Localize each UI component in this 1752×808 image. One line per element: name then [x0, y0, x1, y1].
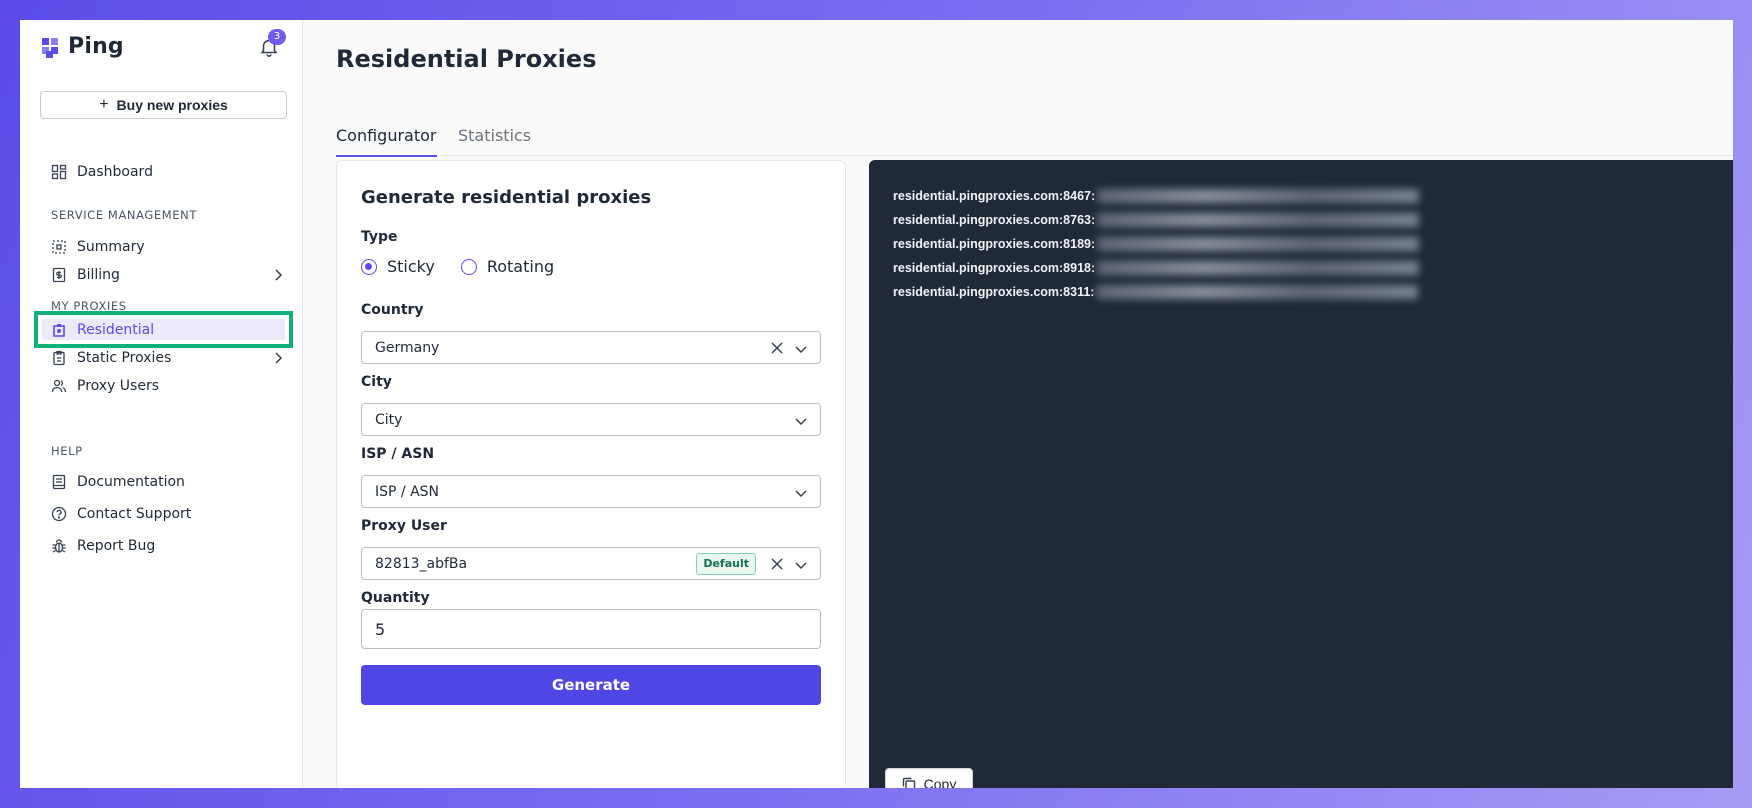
- sidebar-item-label: Summary: [77, 239, 145, 255]
- sticky-radio-label[interactable]: Sticky: [387, 257, 435, 276]
- sidebar-item-proxy-users[interactable]: Proxy Users: [51, 375, 299, 397]
- redacted-credentials: [1097, 213, 1420, 227]
- tab-bar: Configurator Statistics: [336, 106, 1733, 157]
- type-label: Type: [361, 229, 398, 245]
- sidebar-item-label: Proxy Users: [77, 378, 160, 394]
- sidebar-item-label: Dashboard: [77, 164, 153, 180]
- proxy-host: residential.pingproxies.com:8189:: [893, 237, 1096, 251]
- users-icon: [51, 379, 67, 393]
- isp-label: ISP / ASN: [361, 446, 435, 462]
- quantity-input[interactable]: [361, 609, 821, 649]
- copy-label: Copy: [923, 776, 957, 788]
- quantity-label: Quantity: [361, 590, 430, 606]
- rotating-radio[interactable]: [460, 258, 477, 275]
- tab-configurator[interactable]: Configurator: [336, 126, 437, 157]
- sidebar-item-label: Contact Support: [77, 506, 192, 522]
- proxy-host: residential.pingproxies.com:8763:: [893, 213, 1096, 227]
- isp-placeholder: ISP / ASN: [375, 483, 440, 500]
- proxy-output-panel: residential.pingproxies.com:8467: reside…: [869, 160, 1733, 788]
- clear-icon[interactable]: [770, 341, 784, 355]
- city-label: City: [361, 374, 392, 390]
- copy-button[interactable]: Copy: [885, 768, 973, 788]
- chevron-down-icon[interactable]: [794, 414, 808, 428]
- main-content: Residential Proxies Configurator Statist…: [303, 20, 1733, 788]
- clear-icon[interactable]: [770, 557, 784, 571]
- page-title: Residential Proxies: [336, 45, 597, 73]
- redacted-credentials: [1097, 237, 1420, 251]
- country-select[interactable]: Germany: [361, 331, 821, 364]
- proxy-line[interactable]: residential.pingproxies.com:8918:: [893, 256, 1420, 280]
- sidebar-item-label: Static Proxies: [77, 350, 172, 366]
- sidebar-item-label: Report Bug: [77, 538, 156, 554]
- ping-logo-icon: [42, 37, 58, 58]
- isp-select[interactable]: ISP / ASN: [361, 475, 821, 508]
- sidebar-item-documentation[interactable]: Documentation: [51, 471, 299, 493]
- proxy-line[interactable]: residential.pingproxies.com:8763:: [893, 208, 1420, 232]
- generate-button[interactable]: Generate: [361, 665, 821, 705]
- generate-form-card: Generate residential proxies Type Sticky…: [336, 160, 846, 788]
- redacted-credentials: [1096, 285, 1419, 299]
- proxy-host: residential.pingproxies.com:8311:: [893, 285, 1095, 299]
- dashboard-icon: [51, 164, 67, 180]
- proxy-list: residential.pingproxies.com:8467: reside…: [893, 184, 1420, 304]
- section-label-help: HELP: [51, 444, 83, 458]
- copy-icon: [902, 777, 915, 788]
- sidebar-item-dashboard[interactable]: Dashboard: [51, 161, 299, 183]
- bug-icon: [52, 539, 66, 553]
- proxy-host: residential.pingproxies.com:8918:: [893, 261, 1096, 275]
- proxy-host: residential.pingproxies.com:8467:: [893, 189, 1096, 203]
- rotating-radio-label[interactable]: Rotating: [487, 257, 554, 276]
- country-value: Germany: [375, 339, 440, 356]
- billing-icon: [52, 267, 66, 283]
- redacted-credentials: [1097, 261, 1420, 275]
- proxy-line[interactable]: residential.pingproxies.com:8189:: [893, 232, 1420, 256]
- tab-statistics[interactable]: Statistics: [458, 126, 531, 155]
- default-badge: Default: [696, 553, 756, 575]
- city-select[interactable]: City: [361, 403, 821, 436]
- sidebar-item-report-bug[interactable]: Report Bug: [51, 535, 299, 557]
- country-label: Country: [361, 302, 424, 318]
- notification-count-badge: 3: [268, 29, 286, 45]
- proxy-line[interactable]: residential.pingproxies.com:8467:: [893, 184, 1420, 208]
- buy-new-proxies-label: Buy new proxies: [116, 97, 228, 113]
- chevron-right-icon: [275, 269, 283, 281]
- chevron-down-icon[interactable]: [794, 558, 808, 572]
- sidebar-item-label: Documentation: [77, 474, 185, 490]
- proxy-user-select[interactable]: 82813_abfBa Default: [361, 547, 821, 580]
- sidebar-item-residential[interactable]: Residential: [51, 319, 299, 341]
- sidebar: Ping 3 + Buy new proxies Dashboard SERVI…: [20, 20, 303, 788]
- brand-name: Ping: [68, 34, 124, 59]
- proxy-line[interactable]: residential.pingproxies.com:8311:: [893, 280, 1419, 304]
- sidebar-item-contact-support[interactable]: Contact Support: [51, 503, 299, 525]
- logo[interactable]: Ping: [40, 34, 124, 59]
- clipboard-icon: [53, 350, 65, 366]
- sidebar-item-static-proxies[interactable]: Static Proxies: [51, 347, 299, 369]
- proxy-user-value: 82813_abfBa: [375, 555, 468, 572]
- app-window: Ping 3 + Buy new proxies Dashboard SERVI…: [20, 20, 1733, 788]
- form-title: Generate residential proxies: [361, 187, 652, 208]
- section-label-service: SERVICE MANAGEMENT: [51, 208, 197, 222]
- sidebar-item-label: Residential: [77, 322, 155, 338]
- sidebar-item-summary[interactable]: Summary: [51, 236, 299, 258]
- chevron-right-icon: [275, 352, 283, 364]
- redacted-credentials: [1097, 189, 1420, 203]
- help-circle-icon: [51, 506, 67, 522]
- chevron-down-icon[interactable]: [794, 342, 808, 356]
- type-radio-group: Sticky Rotating: [361, 257, 570, 276]
- city-placeholder: City: [375, 411, 403, 428]
- sidebar-item-label: Billing: [77, 267, 120, 283]
- plus-icon: +: [99, 96, 109, 113]
- chevron-down-icon[interactable]: [794, 486, 808, 500]
- sticky-radio[interactable]: [361, 258, 377, 275]
- summary-icon: [52, 240, 66, 254]
- proxy-user-label: Proxy User: [361, 518, 447, 534]
- residential-icon: [53, 324, 65, 337]
- buy-new-proxies-button[interactable]: + Buy new proxies: [40, 91, 287, 119]
- book-icon: [52, 474, 66, 490]
- sidebar-item-billing[interactable]: Billing: [51, 264, 299, 286]
